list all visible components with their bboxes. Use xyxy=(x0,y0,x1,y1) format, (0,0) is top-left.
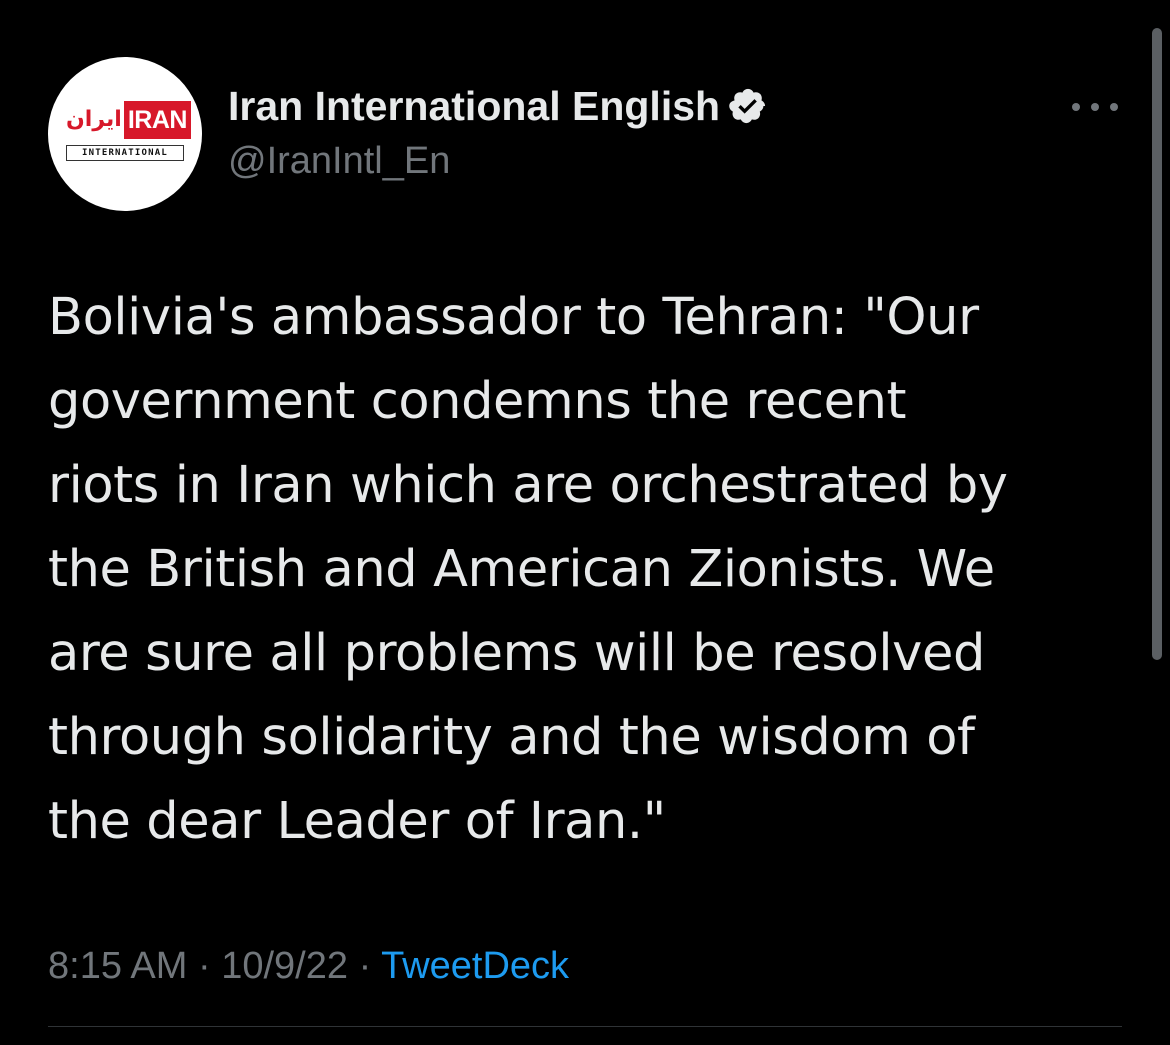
logo-english-text: IRAN xyxy=(123,101,191,139)
divider xyxy=(48,1026,1122,1027)
tweet-source-link[interactable]: TweetDeck xyxy=(381,945,569,987)
tweet-text: Bolivia's ambassador to Tehran: "Our gov… xyxy=(48,288,1008,851)
scrollbar[interactable] xyxy=(1152,28,1162,660)
iran-international-logo: ایران IRAN INTERNATIONAL xyxy=(64,101,191,161)
more-dot xyxy=(1072,103,1080,111)
more-dot xyxy=(1091,103,1099,111)
tweet-time[interactable]: 8:15 AM xyxy=(48,945,187,987)
meta-separator: · xyxy=(197,945,211,987)
more-horizontal-icon[interactable] xyxy=(1072,92,1118,122)
meta-separator: · xyxy=(358,945,372,987)
tweet-date[interactable]: 10/9/22 xyxy=(221,945,348,987)
logo-wordmark: ایران IRAN xyxy=(64,101,191,139)
display-name[interactable]: Iran International English xyxy=(228,82,720,130)
avatar[interactable]: ایران IRAN INTERNATIONAL xyxy=(48,57,202,211)
tweet-metadata: 8:15 AM · 10/9/22 · TweetDeck xyxy=(48,940,569,992)
author-name-row[interactable]: Iran International English xyxy=(228,82,768,130)
verified-badge-icon xyxy=(728,86,768,126)
logo-persian-text: ایران xyxy=(66,107,122,132)
logo-subtitle: INTERNATIONAL xyxy=(66,145,184,161)
author-handle[interactable]: @IranIntl_En xyxy=(228,138,450,184)
tweet-card: ایران IRAN INTERNATIONAL Iran Internatio… xyxy=(0,0,1170,1045)
more-dot xyxy=(1110,103,1118,111)
